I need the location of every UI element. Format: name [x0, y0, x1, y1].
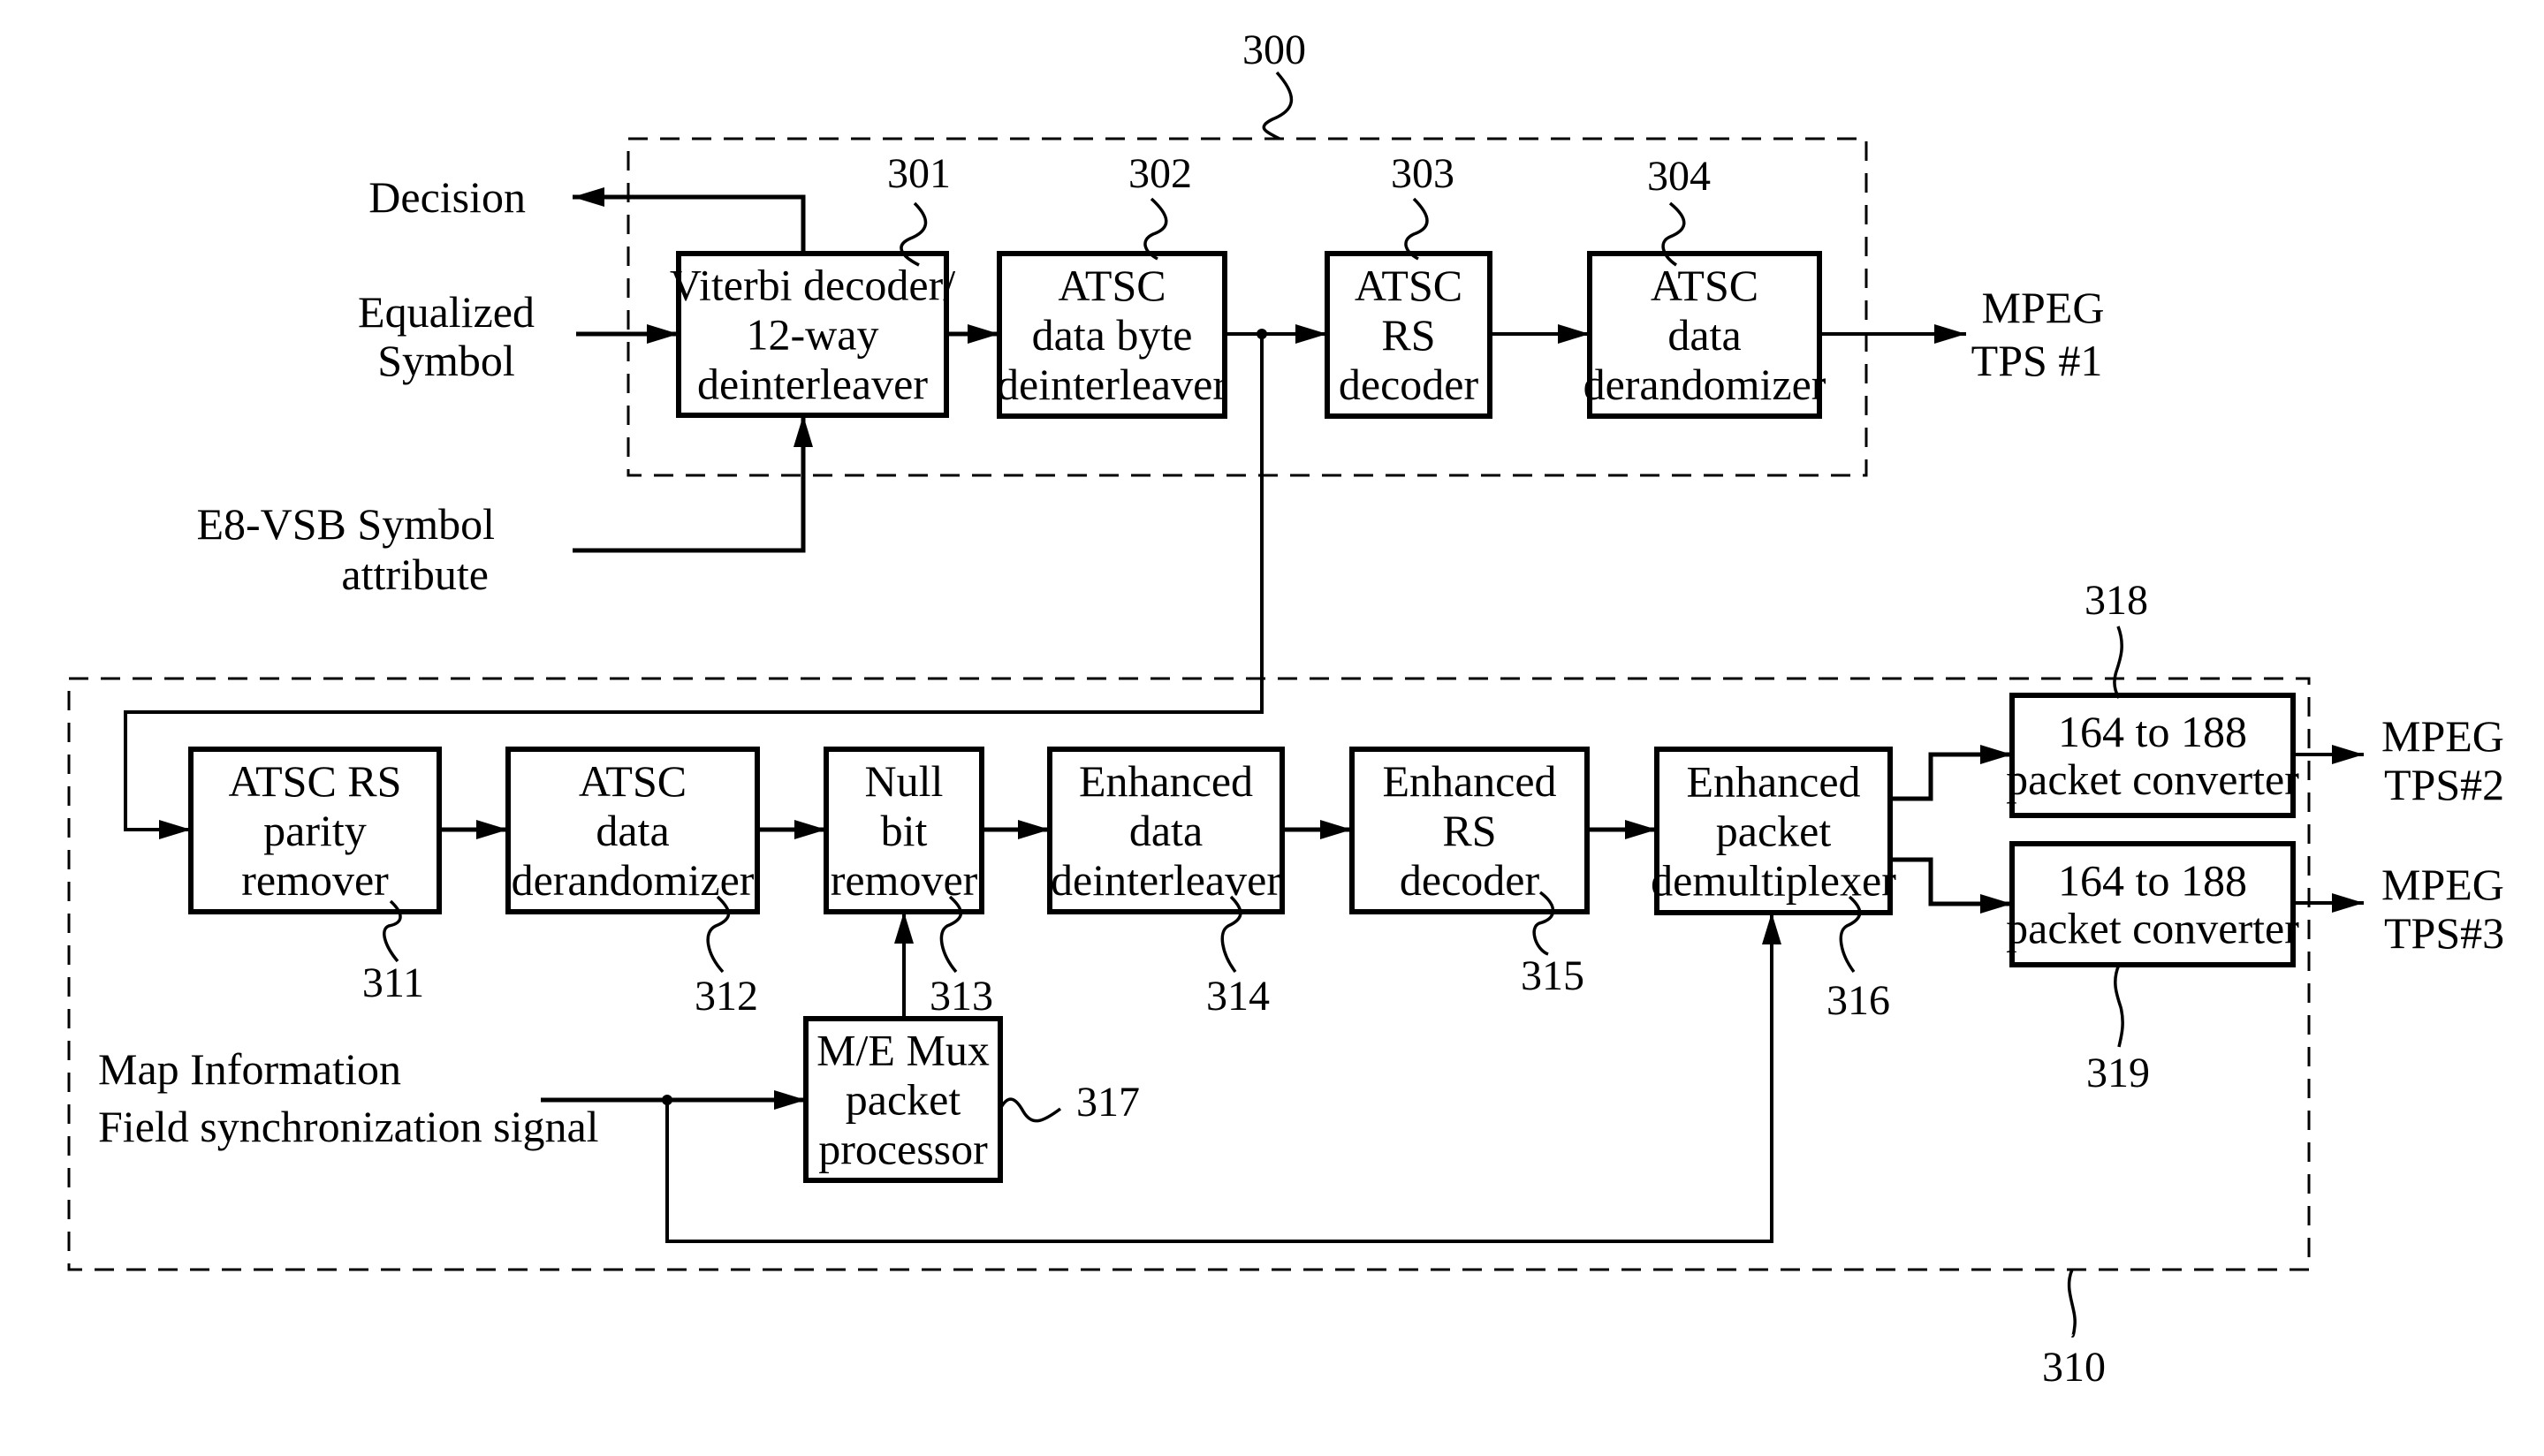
leader-303 [1404, 197, 1429, 261]
block-312: ATSCdataderandomizer312 [505, 747, 760, 1020]
ref-318: 318 [2085, 577, 2148, 624]
mpeg1-label-line2: TPS #1 [1971, 336, 2103, 385]
block-304-label-line1: ATSC [1651, 261, 1758, 310]
leader-318 [2113, 626, 2123, 699]
block-303: ATSCRSdecoder 303 [1325, 150, 1492, 419]
block-315-label-line3: decoder [1400, 855, 1540, 905]
block-302-label-line2: data byte [1032, 310, 1193, 360]
block-diagram: 300 310 Viterbi decoder/12-waydeinterlea… [67, 27, 2504, 1391]
block-314-label-line1: Enhanced [1079, 756, 1253, 806]
block-319-label-line1: 164 to 188 [2058, 856, 2247, 906]
mpeg2-label-line1: MPEG [2381, 711, 2504, 761]
block-303-label-line3: decoder [1339, 360, 1479, 409]
ref-311: 311 [362, 959, 424, 1006]
mpeg3-label-line2: TPS#3 [2384, 908, 2504, 958]
label-equalized-symbol: Equalized Symbol [358, 287, 535, 385]
ref-319: 319 [2086, 1050, 2150, 1096]
block-311-label-line3: remover [241, 855, 389, 905]
block-316: Enhancedpacketdemultiplexer 316 [1651, 747, 1896, 1024]
block-311-label-line1: ATSC RS [229, 756, 402, 806]
equalized-label-line1: Equalized [358, 287, 535, 337]
block-302: ATSCdata bytedeinterleaver 302 [997, 150, 1227, 419]
block-304: ATSCdataderandomizer 304 [1583, 153, 1826, 419]
wire-e8vsb [573, 415, 813, 553]
ref-316: 316 [1826, 977, 1890, 1024]
e8vsb-label-line1: E8-VSB Symbol [196, 499, 495, 549]
mpeg2-label-line2: TPS#2 [2384, 760, 2504, 809]
block-302-label-line3: deinterleaver [997, 360, 1227, 409]
block-317: M/E Muxpacketprocessor 317 [803, 1016, 1140, 1183]
ref-315: 315 [1521, 952, 1584, 999]
ref-310: 310 [2042, 1344, 2106, 1391]
field-sync-label: Field synchronization signal [98, 1102, 599, 1151]
block-304-label-line2: data [1667, 310, 1741, 360]
block-313-label-line1: Null [865, 756, 944, 806]
ref-313: 313 [930, 973, 993, 1020]
decision-label: Decision [368, 172, 526, 222]
leader-300 [1262, 71, 1294, 140]
ref-301: 301 [887, 150, 951, 197]
block-303-label-line1: ATSC [1355, 261, 1462, 310]
leader-317 [999, 1097, 1062, 1123]
label-mpeg2: MPEG TPS#2 [2381, 711, 2504, 809]
block-314-label-line3: deinterleaver [1051, 855, 1281, 905]
block-314-label-line2: data [1129, 806, 1203, 855]
wire-316-319 [1890, 857, 2012, 914]
block-316-label-line3: demultiplexer [1651, 856, 1896, 906]
block-318: 164 to 188packet converter 318 [2006, 577, 2299, 818]
block-312-label-line1: ATSC [579, 756, 687, 806]
block-319-label-line2: packet converter [2006, 904, 2299, 953]
e8vsb-label-line2: attribute [341, 550, 489, 599]
ref-317: 317 [1076, 1079, 1140, 1126]
ref-303: 303 [1391, 150, 1454, 197]
block-301-label-line2: 12-way [747, 310, 879, 360]
block-313: Nullbitremover 313 [824, 747, 993, 1020]
block-316-label-line2: packet [1716, 807, 1832, 856]
ref-304: 304 [1647, 153, 1711, 200]
block-319: 164 to 188packet converter 319 [2006, 841, 2299, 1096]
leader-302 [1143, 197, 1168, 261]
equalized-label-line2: Symbol [377, 336, 515, 385]
wire-316-318 [1890, 745, 2012, 801]
leader-319 [2114, 964, 2124, 1048]
block-317-label-line3: processor [818, 1125, 988, 1174]
block-318-label-line2: packet converter [2006, 755, 2299, 804]
block-315-label-line2: RS [1442, 806, 1496, 855]
ref-312: 312 [695, 973, 758, 1020]
block-318-label-line1: 164 to 188 [2058, 707, 2247, 756]
label-mpeg1: MPEG TPS #1 [1971, 283, 2105, 385]
label-mpeg3: MPEG TPS#3 [2381, 860, 2504, 958]
ref-300: 300 [1242, 27, 1306, 73]
block-317-label-line1: M/E Mux [816, 1026, 990, 1075]
block-317-label-line2: packet [846, 1075, 961, 1125]
map-information-label: Map Information [98, 1044, 401, 1094]
block-311: ATSC RSparityremover 311 [188, 747, 442, 1006]
block-304-label-line3: derandomizer [1583, 360, 1826, 409]
ref-302: 302 [1128, 150, 1192, 197]
block-301-label-line1: Viterbi decoder/ [670, 261, 955, 310]
label-decision: Decision [368, 172, 526, 222]
block-313-label-line2: bit [881, 806, 928, 855]
block-316-label-line1: Enhanced [1686, 757, 1860, 807]
block-313-label-line3: remover [831, 855, 978, 905]
block-301-label-line3: deinterleaver [697, 360, 928, 409]
mpeg1-label-line1: MPEG [1982, 283, 2105, 332]
block-315-label-line1: Enhanced [1382, 756, 1556, 806]
block-303-label-line2: RS [1381, 310, 1435, 360]
block-311-label-line2: parity [263, 806, 367, 855]
block-315: EnhancedRSdecoder 315 [1349, 747, 1590, 999]
block-302-label-line1: ATSC [1058, 261, 1166, 310]
leader-310 [2067, 1269, 2077, 1338]
block-312-label-line2: data [596, 806, 669, 855]
mpeg3-label-line1: MPEG [2381, 860, 2504, 909]
ref-314: 314 [1206, 973, 1270, 1020]
wire-decision [573, 187, 806, 254]
block-301: Viterbi decoder/12-waydeinterleaver 301 [670, 150, 955, 418]
block-314: Enhanceddatadeinterleaver 314 [1047, 747, 1285, 1020]
label-e8vsb: E8-VSB Symbol attribute [196, 499, 495, 599]
